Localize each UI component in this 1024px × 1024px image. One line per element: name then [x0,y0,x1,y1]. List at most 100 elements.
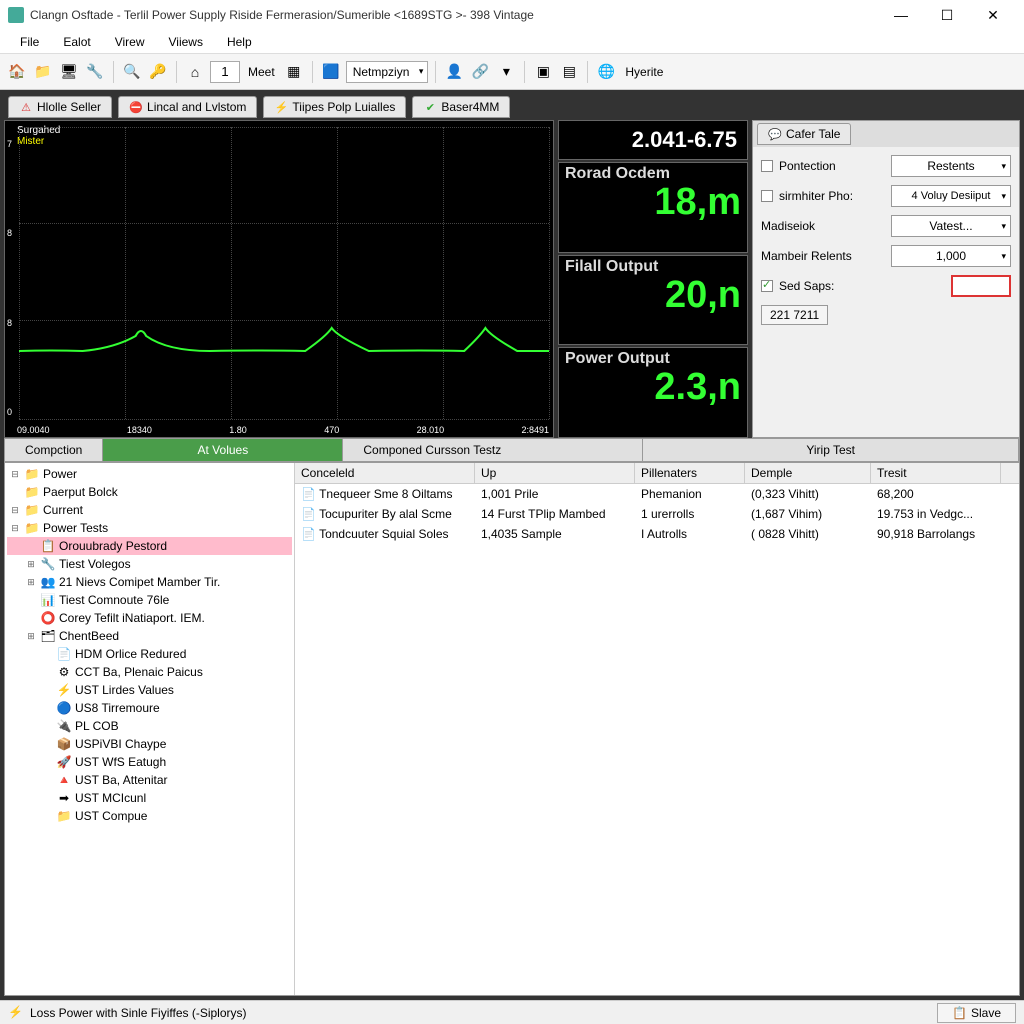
monitor-icon[interactable]: 🖥 [58,61,80,83]
sed-saps-checkbox[interactable] [761,280,773,292]
tab-baser[interactable]: ✔Baser4MM [412,96,510,118]
search-icon[interactable]: 🔍 [121,61,143,83]
menu-view[interactable]: Virew [103,33,157,51]
vatest-combo[interactable]: Vatest... [891,215,1011,237]
mambeir-combo[interactable]: 1,000 [891,245,1011,267]
sed-saps-input[interactable] [951,275,1011,297]
table-header: Conceleld Up Pillenaters Demple Tresit [295,463,1019,484]
th-conceleld[interactable]: Conceleld [295,463,475,483]
plot-y-axis: 7880 [7,139,17,417]
pontection-checkbox[interactable] [761,160,773,172]
tab-lincal[interactable]: ⛔Lincal and Lvlstom [118,96,257,118]
tree-item[interactable]: 📁Paerput Bolck [7,483,292,501]
tab-tiipes[interactable]: ⚡Tiipes Polp Luialles [263,96,406,118]
chevron-down-icon[interactable]: ▾ [495,61,517,83]
small-value-button[interactable]: 221 7211 [761,305,828,325]
panel2-icon[interactable]: ▤ [558,61,580,83]
menu-edit[interactable]: Ealot [51,33,102,51]
row-icon: 📄 [301,507,316,521]
maximize-button[interactable]: ☐ [924,0,970,30]
volux-combo[interactable]: 4 Voluy Desiiput [891,185,1011,207]
tree-item[interactable]: ⊟📁Power [7,465,292,483]
node-icon: 📁 [56,808,72,824]
properties-panel: 💬Cafer Tale PontectionRestents sirmhiter… [752,120,1020,438]
table-body[interactable]: 📄 Tnequeer Sme 8 Oiltams1,001 PrilePhema… [295,484,1019,995]
tree-item[interactable]: 📄HDM Orlice Redured [7,645,292,663]
menu-views[interactable]: Viiews [157,33,215,51]
row-icon: 📄 [301,487,316,501]
link-icon[interactable]: 🔗 [469,61,491,83]
th-demple[interactable]: Demple [745,463,871,483]
tree-item[interactable]: ➡UST MCIcunl [7,789,292,807]
node-icon: 🗂 [40,628,56,644]
tree-item[interactable]: ⭕Corey Tefilt iNatiaport. IEM. [7,609,292,627]
globe-icon[interactable]: 🌐 [595,61,617,83]
menu-help[interactable]: Help [215,33,264,51]
tree-item[interactable]: 🔌PL COB [7,717,292,735]
node-label: CCT Ba, Plenaic Paicus [75,665,203,679]
tab-yirip[interactable]: Yirip Test [643,439,1019,461]
app-small-icon[interactable]: 🟦 [320,61,342,83]
restents-combo[interactable]: Restents [891,155,1011,177]
app-icon [8,7,24,23]
user-icon[interactable]: 👤 [443,61,465,83]
expand-icon[interactable]: ⊟ [9,469,21,480]
th-tresit[interactable]: Tresit [871,463,1001,483]
plot-panel[interactable]: Surgahed Mister 7880 09.0040183401.80470… [4,120,554,438]
th-pillenaters[interactable]: Pillenaters [635,463,745,483]
tree-item[interactable]: 📊Tiest Comnoute 76le [7,591,292,609]
th-up[interactable]: Up [475,463,635,483]
tree-item[interactable]: ⊞👥21 Nievs Comipet Mamber Tir. [7,573,292,591]
netmpziyn-combo[interactable]: Netmpziyn [346,61,429,83]
tree-item[interactable]: ⚡UST Lirdes Values [7,681,292,699]
expand-icon[interactable]: ⊞ [25,559,37,570]
table-area: Conceleld Up Pillenaters Demple Tresit 📄… [295,463,1019,995]
node-icon: ➡ [56,790,72,806]
tab-cafer[interactable]: 💬Cafer Tale [757,123,851,145]
tab-componed[interactable]: Componed Cursson Testz [343,439,643,461]
tab-at-volues[interactable]: At Volues [103,439,343,461]
tree-item[interactable]: 🔺UST Ba, Attenitar [7,771,292,789]
expand-icon[interactable]: ⊟ [9,523,21,534]
slave-button[interactable]: 📋Slave [937,1003,1016,1023]
node-label: Power Tests [43,521,108,535]
tree-item[interactable]: ⊞🗂ChentBeed [7,627,292,645]
tree-item[interactable]: ⊟📁Power Tests [7,519,292,537]
tree-item[interactable]: 🔵US8 Tirremoure [7,699,292,717]
menu-file[interactable]: File [8,33,51,51]
sirmhiter-checkbox[interactable] [761,190,773,202]
key-icon[interactable]: 🔑 [147,61,169,83]
table-row[interactable]: 📄 Tnequeer Sme 8 Oiltams1,001 PrilePhema… [295,484,1019,504]
tree-item[interactable]: 📁UST Compue [7,807,292,825]
expand-icon[interactable]: ⊞ [25,577,37,588]
page-input[interactable] [210,61,240,83]
tree-item[interactable]: 📦USPiVBI Chaype [7,735,292,753]
node-label: HDM Orlice Redured [75,647,186,661]
grid-icon[interactable]: ▦ [283,61,305,83]
table-row[interactable]: 📄 Tondcuuter Squial Soles1,4035 SampleI … [295,524,1019,544]
tool-icon[interactable]: 🔧 [84,61,106,83]
tree-view[interactable]: ⊟📁Power📁Paerput Bolck⊟📁Current⊟📁Power Te… [5,463,295,995]
nav-home-icon[interactable]: ⌂ [184,61,206,83]
minimize-button[interactable]: — [878,0,924,30]
tab-hlolle[interactable]: ⚠Hlolle Seller [8,96,112,118]
tree-item[interactable]: 📋Orouubrady Pestord [7,537,292,555]
home-icon[interactable]: 🏠 [6,61,28,83]
tab-compction[interactable]: Compction [5,439,103,461]
panel1-icon[interactable]: ▣ [532,61,554,83]
statusbar: ⚡ Loss Power with Sinle Fiyiffes (-Siplo… [0,1000,1024,1024]
open-icon[interactable]: 📁 [32,61,54,83]
tree-item[interactable]: ⊟📁Current [7,501,292,519]
tree-item[interactable]: 🚀UST WfS Eatugh [7,753,292,771]
close-button[interactable]: ✕ [970,0,1016,30]
plot-grid [19,127,549,419]
node-label: Power [43,467,77,481]
node-icon: 🔌 [56,718,72,734]
stop-icon: ⛔ [129,100,143,114]
expand-icon[interactable]: ⊟ [9,505,21,516]
expand-icon[interactable]: ⊞ [25,631,37,642]
table-row[interactable]: 📄 Tocupuriter By alal Scme14 Furst TPlip… [295,504,1019,524]
node-icon: 📄 [56,646,72,662]
tree-item[interactable]: ⚙CCT Ba, Plenaic Paicus [7,663,292,681]
tree-item[interactable]: ⊞🔧Tiest Volegos [7,555,292,573]
